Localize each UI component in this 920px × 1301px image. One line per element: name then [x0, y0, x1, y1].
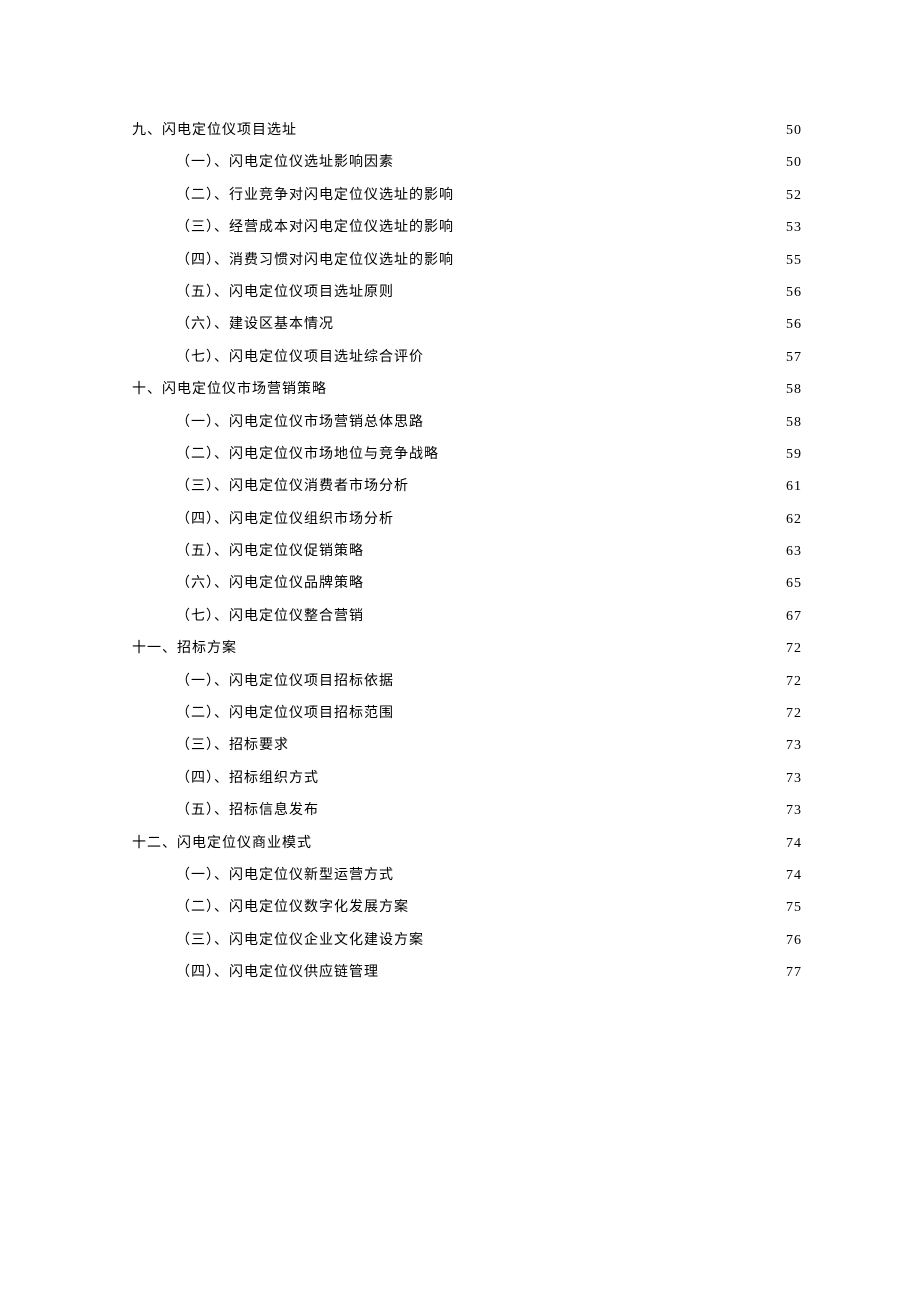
toc-entry-page: 61	[786, 476, 802, 498]
toc-entry-page: 53	[786, 217, 802, 239]
toc-entry-label: （一）、闪电定位仪市场营销总体思路	[176, 412, 424, 434]
toc-entry-label: （一）、闪电定位仪新型运营方式	[176, 865, 394, 887]
toc-entry-label: （二）、闪电定位仪项目招标范围	[176, 703, 394, 725]
toc-entry: （五）、闪电定位仪项目选址原则 56	[132, 282, 802, 304]
toc-entry-page: 73	[786, 735, 802, 757]
toc-entry-page: 59	[786, 444, 802, 466]
toc-entry-label: （五）、闪电定位仪项目选址原则	[176, 282, 394, 304]
toc-entry-page: 63	[786, 541, 802, 563]
toc-entry-page: 74	[786, 865, 802, 887]
toc-entry-page: 58	[786, 412, 802, 434]
toc-entry-label: （四）、闪电定位仪组织市场分析	[176, 509, 394, 531]
table-of-contents: 九、闪电定位仪项目选址 50 （一）、闪电定位仪选址影响因素 50 （二）、行业竞争对闪…	[132, 120, 802, 985]
toc-entry-label: （一）、闪电定位仪选址影响因素	[176, 152, 394, 174]
toc-entry: 十二、闪电定位仪商业模式 74	[132, 833, 802, 855]
toc-entry-page: 77	[786, 962, 802, 984]
toc-entry-page: 76	[786, 930, 802, 952]
toc-entry-page: 72	[786, 703, 802, 725]
toc-entry-label: （二）、闪电定位仪数字化发展方案	[176, 897, 409, 919]
toc-entry-label: （二）、闪电定位仪市场地位与竞争战略	[176, 444, 439, 466]
toc-entry: （一）、闪电定位仪选址影响因素 50	[132, 152, 802, 174]
toc-entry-label: （三）、闪电定位仪消费者市场分析	[176, 476, 409, 498]
toc-entry-label: （七）、闪电定位仪项目选址综合评价	[176, 347, 424, 369]
toc-entry: （五）、招标信息发布 73	[132, 800, 802, 822]
toc-entry-label: （四）、消费习惯对闪电定位仪选址的影响	[176, 250, 454, 272]
toc-entry-label: （一）、闪电定位仪项目招标依据	[176, 671, 394, 693]
toc-entry-page: 75	[786, 897, 802, 919]
toc-entry-label: （三）、闪电定位仪企业文化建设方案	[176, 930, 424, 952]
toc-entry: （三）、招标要求 73	[132, 735, 802, 757]
toc-entry: （六）、闪电定位仪品牌策略 65	[132, 573, 802, 595]
toc-entry: （四）、闪电定位仪组织市场分析 62	[132, 509, 802, 531]
toc-entry-page: 58	[786, 379, 802, 401]
toc-entry-page: 73	[786, 768, 802, 790]
toc-entry-page: 55	[786, 250, 802, 272]
toc-entry-label: （五）、招标信息发布	[176, 800, 319, 822]
toc-entry: （一）、闪电定位仪市场营销总体思路 58	[132, 412, 802, 434]
toc-entry-page: 56	[786, 314, 802, 336]
toc-entry: （三）、经营成本对闪电定位仪选址的影响 53	[132, 217, 802, 239]
toc-entry: 十、闪电定位仪市场营销策略 58	[132, 379, 802, 401]
toc-entry-label: （三）、招标要求	[176, 735, 289, 757]
toc-entry-page: 56	[786, 282, 802, 304]
toc-entry: （二）、闪电定位仪项目招标范围 72	[132, 703, 802, 725]
toc-entry-label: （六）、闪电定位仪品牌策略	[176, 573, 364, 595]
toc-entry-page: 74	[786, 833, 802, 855]
toc-entry-label: （七）、闪电定位仪整合营销	[176, 606, 364, 628]
toc-entry: （七）、闪电定位仪整合营销 67	[132, 606, 802, 628]
toc-entry: （二）、行业竞争对闪电定位仪选址的影响 52	[132, 185, 802, 207]
toc-entry-page: 67	[786, 606, 802, 628]
toc-entry-page: 62	[786, 509, 802, 531]
toc-entry: （七）、闪电定位仪项目选址综合评价 57	[132, 347, 802, 369]
toc-entry: （六）、建设区基本情况 56	[132, 314, 802, 336]
toc-entry: （二）、闪电定位仪数字化发展方案 75	[132, 897, 802, 919]
toc-entry-label: 十、闪电定位仪市场营销策略	[132, 379, 327, 401]
toc-entry-label: （三）、经营成本对闪电定位仪选址的影响	[176, 217, 454, 239]
toc-entry: （二）、闪电定位仪市场地位与竞争战略 59	[132, 444, 802, 466]
toc-entry: （三）、闪电定位仪企业文化建设方案 76	[132, 930, 802, 952]
toc-entry: （四）、消费习惯对闪电定位仪选址的影响 55	[132, 250, 802, 272]
toc-entry: 十一、招标方案 72	[132, 638, 802, 660]
toc-entry-page: 65	[786, 573, 802, 595]
toc-entry-page: 50	[786, 120, 802, 142]
toc-entry-page: 72	[786, 671, 802, 693]
toc-entry-label: （五）、闪电定位仪促销策略	[176, 541, 364, 563]
toc-entry: （一）、闪电定位仪项目招标依据 72	[132, 671, 802, 693]
toc-entry: （四）、闪电定位仪供应链管理 77	[132, 962, 802, 984]
toc-entry-label: 十一、招标方案	[132, 638, 237, 660]
toc-entry: 九、闪电定位仪项目选址 50	[132, 120, 802, 142]
toc-entry-label: （四）、招标组织方式	[176, 768, 319, 790]
toc-entry-label: （四）、闪电定位仪供应链管理	[176, 962, 379, 984]
toc-entry: （四）、招标组织方式 73	[132, 768, 802, 790]
toc-entry-label: （六）、建设区基本情况	[176, 314, 334, 336]
toc-entry-page: 57	[786, 347, 802, 369]
toc-entry-page: 72	[786, 638, 802, 660]
toc-entry-page: 50	[786, 152, 802, 174]
toc-entry: （五）、闪电定位仪促销策略 63	[132, 541, 802, 563]
toc-entry: （三）、闪电定位仪消费者市场分析 61	[132, 476, 802, 498]
toc-entry-label: （二）、行业竞争对闪电定位仪选址的影响	[176, 185, 454, 207]
toc-entry-page: 73	[786, 800, 802, 822]
toc-entry-page: 52	[786, 185, 802, 207]
toc-entry: （一）、闪电定位仪新型运营方式 74	[132, 865, 802, 887]
toc-entry-label: 九、闪电定位仪项目选址	[132, 120, 297, 142]
toc-entry-label: 十二、闪电定位仪商业模式	[132, 833, 312, 855]
